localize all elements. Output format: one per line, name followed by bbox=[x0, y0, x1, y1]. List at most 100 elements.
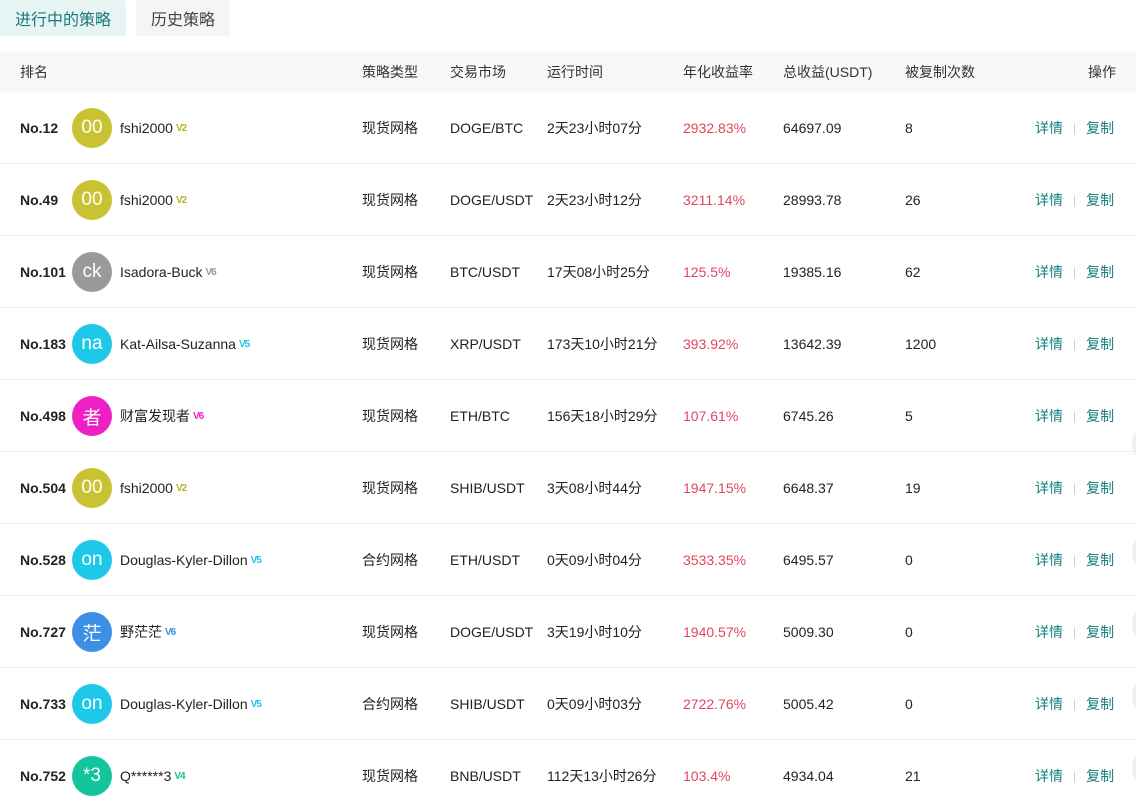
scroll-indicator bbox=[1132, 432, 1136, 456]
avatar: 茫 bbox=[72, 612, 112, 652]
trader-cell[interactable]: na Kat-Ailsa-Suzanna V5 bbox=[72, 308, 250, 380]
copy-link[interactable]: 复制 bbox=[1086, 334, 1114, 354]
trader-name: Kat-Ailsa-Suzanna bbox=[120, 336, 236, 352]
copy-link[interactable]: 复制 bbox=[1086, 478, 1114, 498]
strategy-tabs: 进行中的策略 历史策略 bbox=[0, 0, 231, 36]
copy-link[interactable]: 复制 bbox=[1086, 550, 1114, 570]
detail-link[interactable]: 详情 bbox=[1035, 334, 1063, 354]
trader-cell[interactable]: *3 Q******3 V4 bbox=[72, 740, 186, 805]
run-time-cell: 173天10小时21分 bbox=[547, 336, 658, 352]
copy-link[interactable]: 复制 bbox=[1086, 118, 1114, 138]
copy-link[interactable]: 复制 bbox=[1086, 694, 1114, 714]
tab-running-strategies[interactable]: 进行中的策略 bbox=[0, 0, 127, 36]
vip-badge: V6 bbox=[165, 626, 176, 638]
detail-link[interactable]: 详情 bbox=[1035, 766, 1063, 786]
market-cell: SHIB/USDT bbox=[450, 480, 525, 496]
detail-link[interactable]: 详情 bbox=[1035, 550, 1063, 570]
table-row: No.101 ck Isadora-Buck V6 现货网格 BTC/USDT … bbox=[0, 236, 1136, 308]
annual-yield-cell: 1940.57% bbox=[683, 624, 747, 640]
trader-cell[interactable]: on Douglas-Kyler-Dillon V5 bbox=[72, 524, 262, 596]
table-row: No.528 on Douglas-Kyler-Dillon V5 合约网格 E… bbox=[0, 524, 1136, 596]
trader-name: Douglas-Kyler-Dillon bbox=[120, 552, 248, 568]
table-row: No.752 *3 Q******3 V4 现货网格 BNB/USDT 112天… bbox=[0, 740, 1136, 805]
vip-badge: V6 bbox=[193, 410, 204, 422]
copy-link[interactable]: 复制 bbox=[1086, 406, 1114, 426]
annual-yield-cell: 3211.14% bbox=[683, 192, 746, 208]
annual-yield-cell: 103.4% bbox=[683, 768, 731, 784]
detail-link[interactable]: 详情 bbox=[1035, 118, 1063, 138]
action-divider: | bbox=[1073, 409, 1077, 423]
run-time-cell: 112天13小时26分 bbox=[547, 768, 657, 784]
avatar: ck bbox=[72, 252, 112, 292]
market-cell: DOGE/USDT bbox=[450, 192, 534, 208]
action-divider: | bbox=[1073, 193, 1077, 207]
rank-cell: No.504 bbox=[20, 480, 66, 496]
market-cell: ETH/USDT bbox=[450, 552, 520, 568]
trader-name: Isadora-Buck bbox=[120, 264, 203, 280]
table-body: No.12 00 fshi2000 V2 现货网格 DOGE/BTC 2天23小… bbox=[0, 92, 1136, 805]
tab-history-strategies[interactable]: 历史策略 bbox=[136, 0, 231, 36]
vip-badge: V6 bbox=[205, 266, 216, 278]
table-row: No.49 00 fshi2000 V2 现货网格 DOGE/USDT 2天23… bbox=[0, 164, 1136, 236]
copy-link[interactable]: 复制 bbox=[1086, 190, 1114, 210]
detail-link[interactable]: 详情 bbox=[1035, 478, 1063, 498]
vip-badge: V5 bbox=[250, 554, 262, 566]
rank-cell: No.101 bbox=[20, 264, 66, 280]
detail-link[interactable]: 详情 bbox=[1035, 262, 1063, 282]
copy-count-cell: 21 bbox=[905, 768, 921, 784]
run-time-cell: 2天23小时07分 bbox=[547, 120, 642, 136]
trader-cell[interactable]: 茫 野茫茫 V6 bbox=[72, 596, 176, 668]
avatar: 00 bbox=[72, 180, 112, 220]
annual-yield-cell: 125.5% bbox=[683, 264, 731, 280]
avatar: on bbox=[72, 540, 112, 580]
header-run-time: 运行时间 bbox=[547, 64, 603, 80]
run-time-cell: 0天09小时04分 bbox=[547, 552, 642, 568]
trader-cell[interactable]: 00 fshi2000 V2 bbox=[72, 452, 187, 524]
avatar: on bbox=[72, 684, 112, 724]
copy-link[interactable]: 复制 bbox=[1086, 766, 1114, 786]
table-row: No.727 茫 野茫茫 V6 现货网格 DOGE/USDT 3天19小时10分… bbox=[0, 596, 1136, 668]
action-divider: | bbox=[1073, 553, 1077, 567]
trader-cell[interactable]: ck Isadora-Buck V6 bbox=[72, 236, 217, 308]
copy-count-cell: 62 bbox=[905, 264, 921, 280]
header-total-profit: 总收益(USDT) bbox=[783, 64, 873, 80]
market-cell: XRP/USDT bbox=[450, 336, 521, 352]
strategy-type-cell: 现货网格 bbox=[362, 264, 418, 280]
table-row: No.183 na Kat-Ailsa-Suzanna V5 现货网格 XRP/… bbox=[0, 308, 1136, 380]
trader-cell[interactable]: 00 fshi2000 V2 bbox=[72, 164, 187, 236]
vip-badge: V2 bbox=[175, 122, 187, 134]
trader-cell[interactable]: on Douglas-Kyler-Dillon V5 bbox=[72, 668, 262, 740]
run-time-cell: 3天08小时44分 bbox=[547, 480, 642, 496]
action-divider: | bbox=[1073, 769, 1077, 783]
strategy-type-cell: 现货网格 bbox=[362, 192, 418, 208]
action-divider: | bbox=[1073, 481, 1077, 495]
copy-count-cell: 19 bbox=[905, 480, 921, 496]
actions-cell: 详情 | 复制 bbox=[1035, 164, 1114, 236]
copy-link[interactable]: 复制 bbox=[1086, 262, 1114, 282]
scroll-indicator bbox=[1132, 612, 1136, 636]
actions-cell: 详情 | 复制 bbox=[1035, 668, 1114, 740]
strategy-type-cell: 现货网格 bbox=[362, 480, 418, 496]
total-profit-cell: 19385.16 bbox=[783, 264, 842, 280]
detail-link[interactable]: 详情 bbox=[1035, 622, 1063, 642]
table-row: No.504 00 fshi2000 V2 现货网格 SHIB/USDT 3天0… bbox=[0, 452, 1136, 524]
annual-yield-cell: 393.92% bbox=[683, 336, 739, 352]
copy-count-cell: 0 bbox=[905, 552, 913, 568]
action-divider: | bbox=[1073, 625, 1077, 639]
strategy-type-cell: 现货网格 bbox=[362, 624, 418, 640]
detail-link[interactable]: 详情 bbox=[1035, 190, 1063, 210]
header-actions: 操作 bbox=[1088, 64, 1116, 80]
actions-cell: 详情 | 复制 bbox=[1035, 92, 1114, 164]
trader-name: fshi2000 bbox=[120, 120, 173, 136]
header-market: 交易市场 bbox=[450, 64, 506, 80]
rank-cell: No.49 bbox=[20, 192, 59, 208]
avatar: *3 bbox=[72, 756, 112, 796]
strategy-type-cell: 合约网格 bbox=[362, 552, 418, 568]
copy-link[interactable]: 复制 bbox=[1086, 622, 1114, 642]
detail-link[interactable]: 详情 bbox=[1035, 406, 1063, 426]
market-cell: ETH/BTC bbox=[450, 408, 510, 424]
trader-cell[interactable]: 00 fshi2000 V2 bbox=[72, 92, 187, 164]
detail-link[interactable]: 详情 bbox=[1035, 694, 1063, 714]
strategy-type-cell: 合约网格 bbox=[362, 696, 418, 712]
trader-cell[interactable]: 者 财富发现者 V6 bbox=[72, 380, 204, 452]
